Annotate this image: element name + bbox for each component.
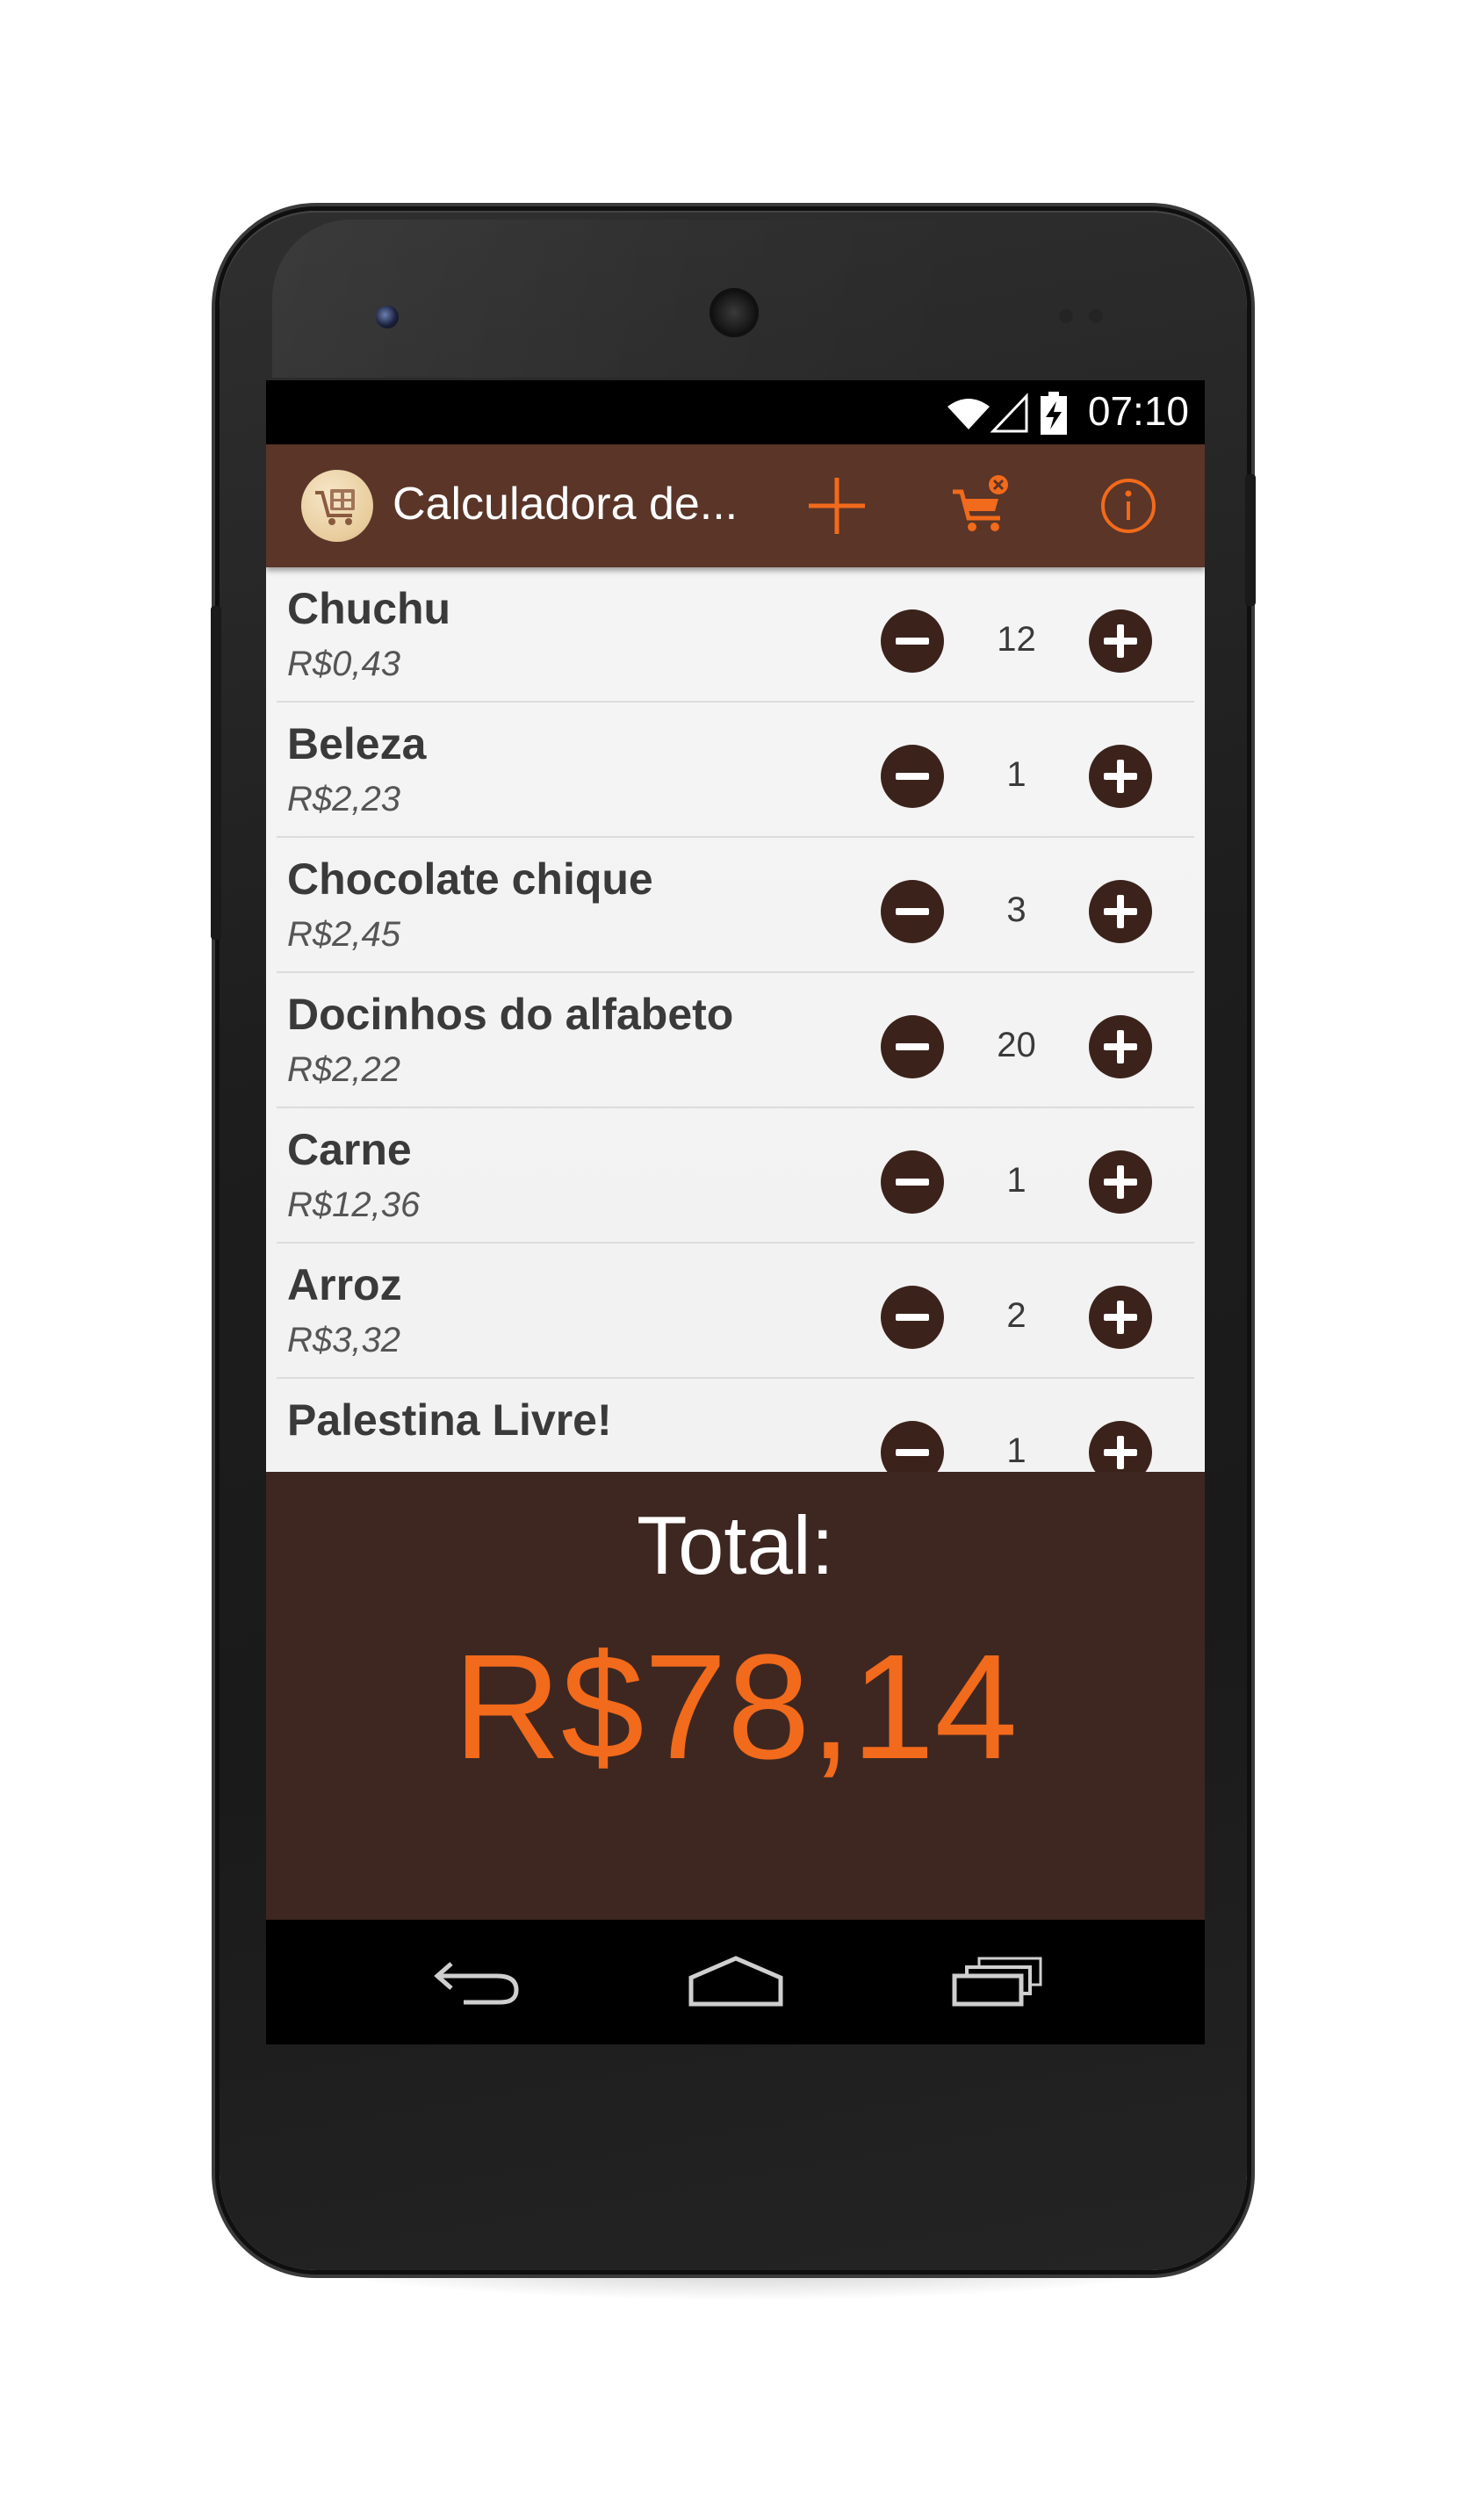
status-icons	[947, 392, 1067, 435]
power-button	[1245, 474, 1256, 606]
minus-icon	[896, 908, 929, 915]
navigation-bar	[266, 1920, 1205, 2044]
status-time: 07:10	[1087, 388, 1189, 434]
item-price: R$2,22	[287, 1050, 400, 1089]
decrement-button[interactable]	[881, 1015, 944, 1078]
item-quantity: 12	[997, 620, 1036, 659]
increment-button[interactable]	[1089, 609, 1152, 673]
app-title: Calculadora de...	[393, 479, 738, 530]
item-name: Beleza	[287, 719, 427, 768]
decrement-button[interactable]	[881, 880, 944, 943]
item-price: R$12,36	[287, 1186, 421, 1224]
increment-button[interactable]	[1089, 1015, 1152, 1078]
screen: 07:10 Calculadora de... Chuchu R$0,43 12…	[266, 380, 1205, 2044]
item-quantity: 2	[1006, 1296, 1027, 1335]
info-button[interactable]	[1093, 471, 1163, 541]
item-quantity: 20	[997, 1026, 1036, 1064]
increment-button[interactable]	[1089, 745, 1152, 808]
decrement-button[interactable]	[881, 745, 944, 808]
minus-icon	[896, 638, 929, 645]
total-value: R$78,14	[453, 1624, 1018, 1791]
increment-button[interactable]	[1089, 880, 1152, 943]
total-panel: Total: R$78,14	[266, 1472, 1205, 1920]
battery-charging-icon	[1041, 392, 1067, 435]
decrement-button[interactable]	[881, 609, 944, 673]
list-item: Docinhos do alfabeto R$2,22 20	[266, 973, 1205, 1108]
home-icon	[688, 1956, 783, 2007]
minus-icon	[896, 1449, 929, 1456]
action-bar: Calculadora de...	[266, 444, 1205, 567]
item-name: Chocolate chique	[287, 854, 653, 904]
item-price: R$2,45	[287, 915, 400, 954]
plus-icon	[809, 478, 865, 534]
item-name: Arroz	[287, 1260, 402, 1309]
minus-icon	[896, 1043, 929, 1050]
proximity-sensor	[1059, 309, 1073, 323]
list-item: Chuchu R$0,43 12	[266, 567, 1205, 703]
front-camera-icon	[376, 306, 399, 328]
list-item: Carne R$12,36 1	[266, 1108, 1205, 1244]
add-item-button[interactable]	[802, 471, 872, 541]
item-name: Chuchu	[287, 584, 451, 633]
shopping-cart-calculator-icon[interactable]	[301, 470, 373, 542]
item-name: Carne	[287, 1125, 412, 1174]
minus-icon	[896, 1314, 929, 1321]
status-bar: 07:10	[266, 380, 1205, 444]
volume-button	[211, 606, 221, 940]
total-label: Total:	[637, 1499, 834, 1591]
recent-apps-button[interactable]	[949, 1951, 1046, 2013]
item-price: R$2,23	[287, 780, 400, 818]
item-price: R$3,32	[287, 1321, 400, 1359]
item-quantity: 1	[1006, 1161, 1027, 1200]
info-icon	[1101, 479, 1156, 533]
minus-icon	[896, 1179, 929, 1186]
home-button[interactable]	[688, 1951, 784, 2013]
wifi-icon	[947, 399, 990, 429]
signal-icon	[990, 393, 1028, 433]
item-price: R$0,43	[287, 645, 400, 683]
list-item: Beleza R$2,23 1	[266, 703, 1205, 838]
back-icon	[434, 1962, 519, 2005]
item-quantity: 1	[1006, 755, 1027, 794]
decrement-button[interactable]	[881, 1150, 944, 1214]
list-item: Arroz R$3,32 2	[266, 1244, 1205, 1379]
decrement-button[interactable]	[881, 1286, 944, 1349]
item-quantity: 1	[1006, 1431, 1027, 1470]
item-quantity: 3	[1006, 890, 1027, 929]
clear-cart-button[interactable]	[947, 471, 1018, 541]
minus-icon	[896, 773, 929, 780]
recent-apps-icon	[952, 1957, 1042, 2007]
item-name: Docinhos do alfabeto	[287, 990, 734, 1039]
cart-remove-icon	[953, 475, 1008, 531]
increment-button[interactable]	[1089, 1286, 1152, 1349]
back-button[interactable]	[429, 1951, 525, 2013]
increment-button[interactable]	[1089, 1150, 1152, 1214]
item-name: Palestina Livre!	[287, 1395, 612, 1445]
earpiece-speaker	[710, 288, 759, 337]
light-sensor	[1089, 309, 1103, 323]
list-item: Chocolate chique R$2,45 3	[266, 838, 1205, 973]
